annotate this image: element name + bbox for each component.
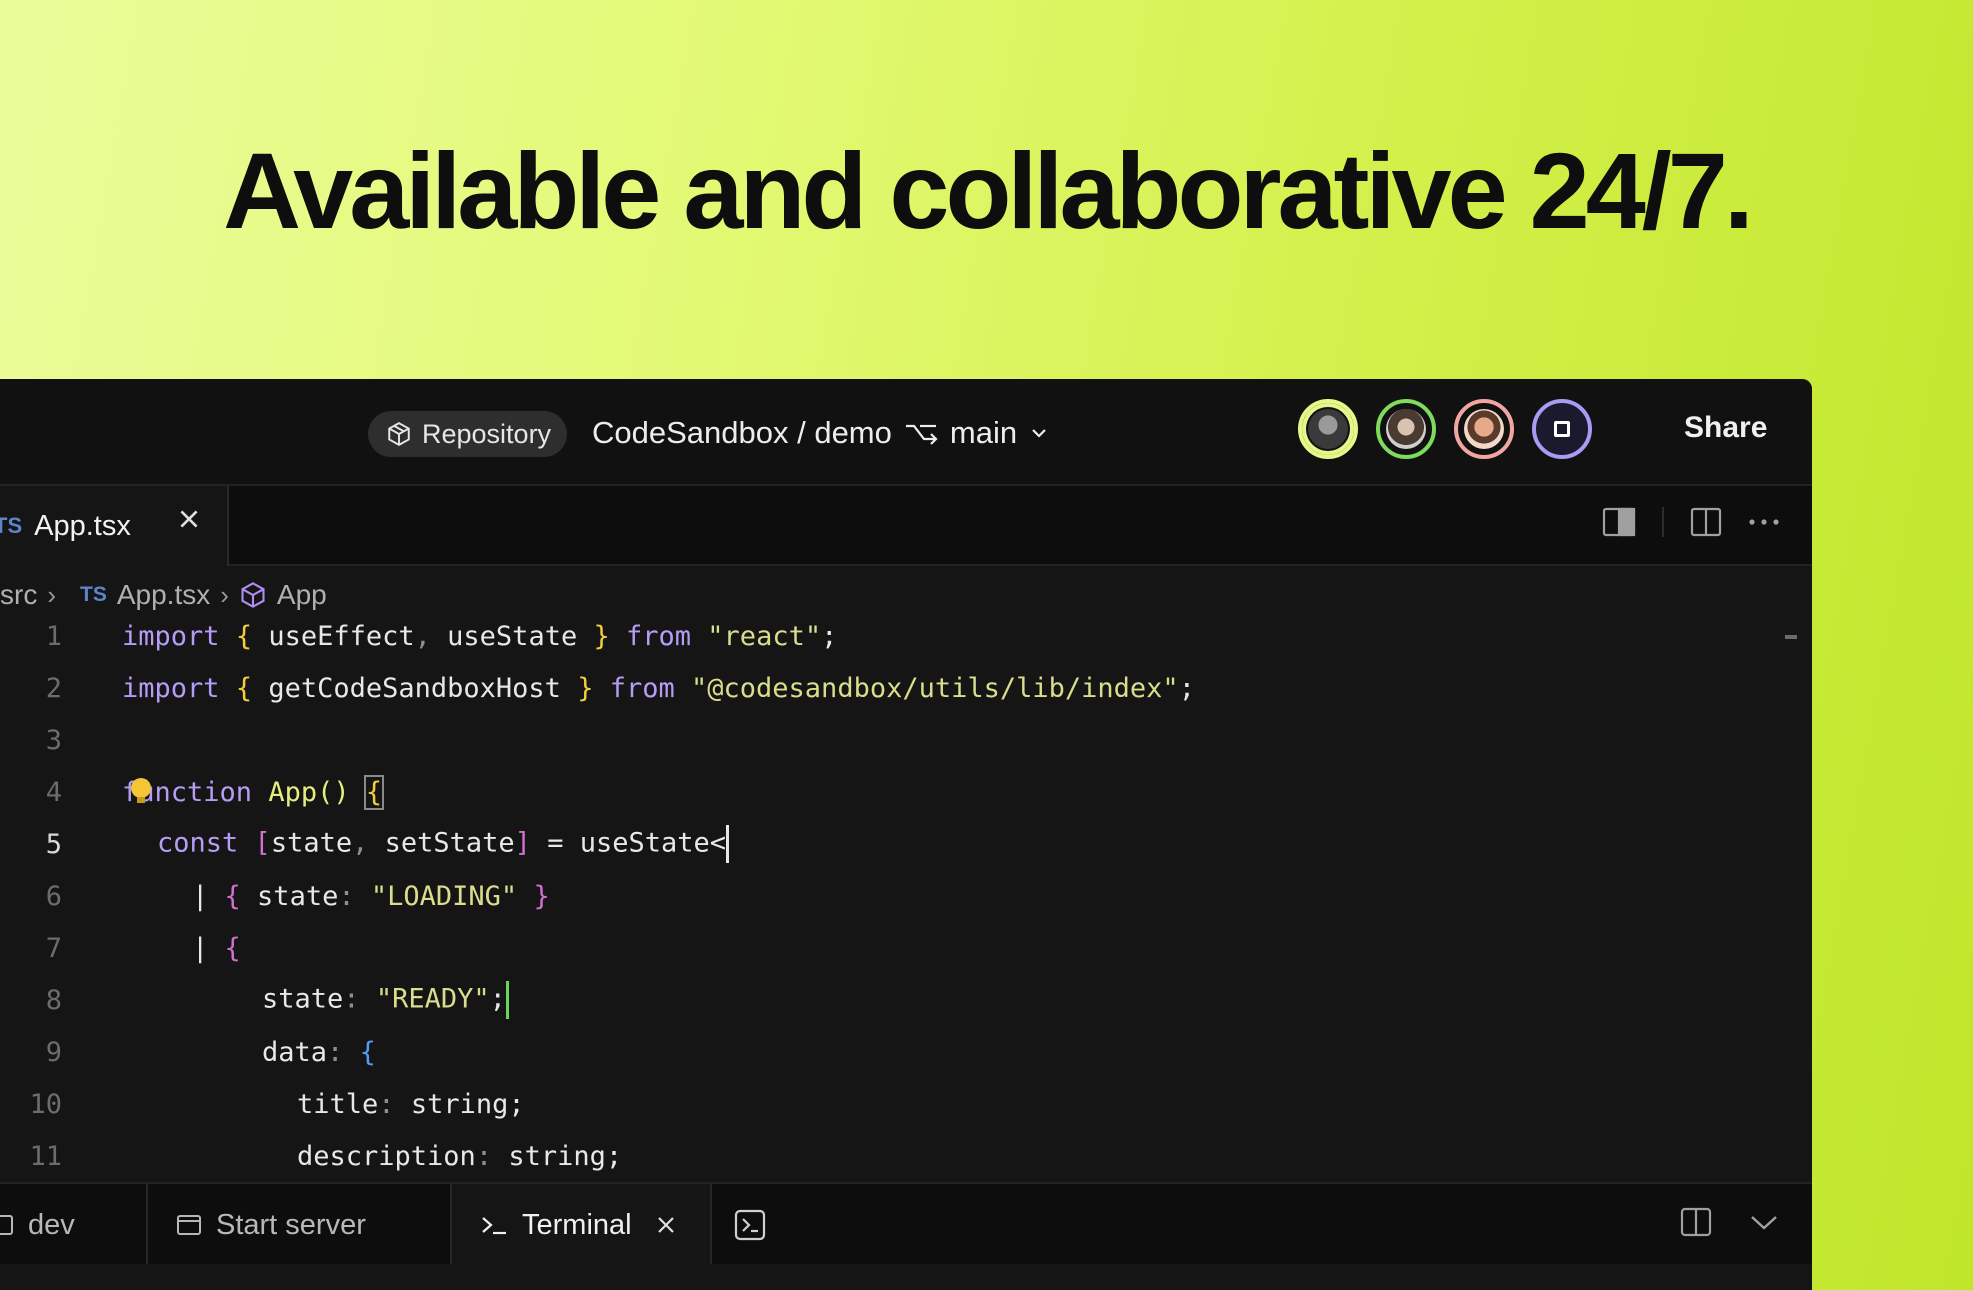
line-number: 6 (45, 880, 62, 912)
code-text: import { getCodeSandboxHost } from "@cod… (122, 672, 1195, 704)
panel-tabbar: dev Start server Terminal (0, 1182, 1812, 1266)
share-button[interactable]: Share (1684, 411, 1767, 445)
line-number: 10 (29, 1088, 62, 1120)
line-number: 4 (45, 776, 62, 808)
text-cursor (726, 825, 730, 863)
line-number: 8 (45, 984, 62, 1016)
editor-topbar: Repository CodeSandbox / demo main Share (0, 379, 1812, 486)
code-text: description: string; (297, 1140, 623, 1172)
breadcrumb-file[interactable]: App.tsx (117, 579, 210, 611)
line-number: 11 (29, 1140, 62, 1172)
code-text: data: { (262, 1036, 376, 1068)
toolbar-divider (1662, 507, 1664, 537)
close-icon[interactable] (176, 506, 202, 532)
chevron-right-icon: › (47, 579, 56, 610)
code-text: state: "READY"; (262, 981, 509, 1019)
scrollbar-marker[interactable] (1785, 635, 1797, 639)
window-icon (0, 1215, 13, 1235)
collaborator-avatars (1298, 399, 1592, 459)
tab-label: dev (28, 1208, 75, 1241)
repository-badge[interactable]: Repository (368, 411, 568, 457)
line-number: 1 (45, 620, 62, 652)
line-number: 9 (45, 1036, 62, 1068)
toggle-sidebar-icon[interactable] (1602, 506, 1636, 538)
cube-icon (388, 422, 410, 446)
editor-tab-tools (1602, 506, 1780, 538)
code-text: title: string; (297, 1088, 525, 1120)
avatar[interactable] (1298, 399, 1358, 459)
repo-path: CodeSandbox / demo (592, 415, 892, 450)
tab-app-tsx[interactable]: TS App.tsx (0, 486, 229, 566)
chevron-down-icon (1032, 429, 1046, 438)
tab-dev[interactable]: dev (0, 1184, 146, 1266)
repository-badge-label: Repository (422, 418, 552, 449)
new-terminal-button[interactable] (734, 1184, 794, 1266)
line-number: 2 (45, 672, 62, 704)
avatar[interactable] (1376, 399, 1436, 459)
terminal-prompt-icon (482, 1217, 506, 1235)
terminal-panel[interactable] (0, 1264, 1812, 1290)
editor-tabbar: TS App.tsx (0, 486, 1812, 566)
breadcrumb: src › TS App.tsx › App (0, 575, 327, 615)
headline: Available and collaborative 24/7. (223, 130, 1754, 251)
new-terminal-icon (734, 1209, 766, 1241)
code-area-continued[interactable]: 7 | { 8 state: "READY"; 9 data: { 10 tit… (0, 922, 1812, 1182)
stop-square-icon (1554, 421, 1570, 437)
tab-start-server[interactable]: Start server (148, 1184, 450, 1266)
close-icon[interactable] (654, 1213, 678, 1237)
breadcrumb-symbol[interactable]: App (277, 579, 327, 611)
tab-divider (710, 1184, 712, 1266)
window-icon (177, 1215, 201, 1235)
component-cube-icon (241, 582, 265, 608)
tab-terminal[interactable]: Terminal (452, 1184, 710, 1266)
branch-name: main (949, 415, 1018, 450)
code-text: function App() { (122, 774, 385, 810)
line-number: 3 (45, 724, 62, 756)
split-editor-icon[interactable] (1690, 506, 1722, 538)
git-branch-icon (905, 424, 938, 445)
split-panel-icon[interactable] (1680, 1206, 1712, 1238)
more-options-icon[interactable] (1748, 517, 1780, 527)
code-text: import { useEffect, useState } from "rea… (122, 620, 838, 652)
typescript-icon: TS (0, 513, 23, 538)
code-text: | { state: "LOADING" } (192, 880, 550, 912)
tab-label: App.tsx (34, 509, 131, 542)
chevron-right-icon: › (220, 579, 229, 610)
code-text: const [state, setState] = useState< (157, 825, 730, 863)
avatar[interactable] (1454, 399, 1514, 459)
line-number: 7 (45, 932, 62, 964)
code-text: | { (192, 932, 241, 964)
avatar[interactable] (1532, 399, 1592, 459)
line-number: 5 (45, 828, 62, 860)
lightbulb-icon[interactable] (131, 778, 151, 803)
repo-branch-selector[interactable]: CodeSandbox / demo main (592, 415, 1049, 451)
typescript-icon: TS (80, 583, 107, 606)
chevron-down-icon[interactable] (1748, 1206, 1780, 1238)
tab-label: Start server (216, 1208, 366, 1241)
code-editor-window: Repository CodeSandbox / demo main Share (0, 379, 1812, 1290)
tab-label: Terminal (522, 1208, 632, 1241)
code-area[interactable]: 1 import { useEffect, useState } from "r… (0, 610, 1812, 912)
panel-tools (1680, 1206, 1780, 1238)
breadcrumb-folder[interactable]: src (0, 579, 37, 611)
collaborator-cursor (505, 981, 509, 1019)
